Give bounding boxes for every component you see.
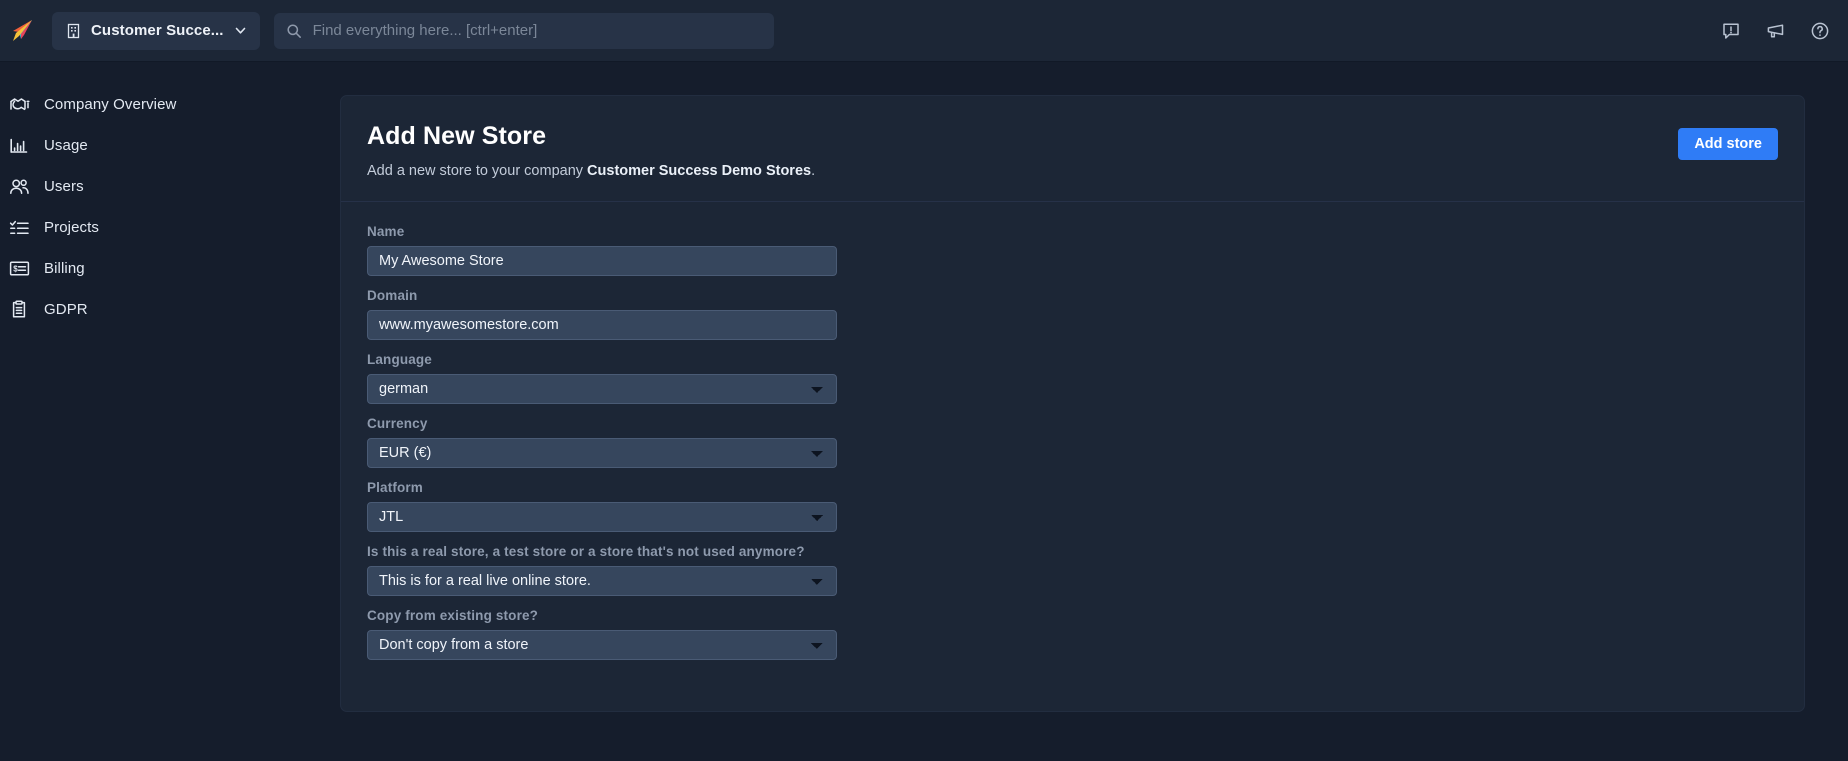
sidebar-item-label: Projects (44, 219, 99, 236)
global-search[interactable] (273, 12, 774, 49)
page-subtitle: Add a new store to your company Customer… (367, 163, 1678, 179)
domain-input[interactable] (367, 310, 837, 340)
company-selector[interactable]: Customer Succe... (52, 11, 260, 50)
main-content: Add New Store Add a new store to your co… (340, 62, 1848, 761)
feedback-bubble-icon[interactable] (1721, 21, 1741, 41)
chevron-down-icon (235, 27, 245, 34)
domain-label: Domain (367, 288, 418, 303)
sidebar-item-company-overview[interactable]: Company Overview (0, 84, 340, 125)
field-domain: Domain (367, 288, 1778, 340)
app-logo[interactable] (2, 0, 42, 62)
checklist-icon (8, 217, 30, 239)
users-icon (8, 176, 30, 198)
building-icon (67, 23, 80, 38)
sidebar-item-projects[interactable]: Projects (0, 207, 340, 248)
name-label: Name (367, 224, 405, 239)
bar-chart-icon (8, 135, 30, 157)
company-overview-icon (8, 94, 30, 116)
sidebar-item-gdpr[interactable]: GDPR (0, 289, 340, 330)
subtitle-company-name: Customer Success Demo Stores (587, 163, 812, 179)
topbar-actions (1721, 21, 1830, 41)
page-title: Add New Store (367, 122, 547, 150)
company-selector-label: Customer Succe... (91, 22, 224, 39)
field-language: Language german (367, 352, 1778, 404)
search-icon (287, 23, 301, 38)
paper-plane-logo-icon (13, 19, 32, 41)
subtitle-suffix: . (811, 163, 816, 179)
svg-text:$: $ (13, 264, 18, 273)
clipboard-icon (8, 299, 30, 321)
field-currency: Currency EUR (€) (367, 416, 1778, 468)
billing-card-icon: $ (8, 258, 30, 280)
add-store-card: Add New Store Add a new store to your co… (340, 95, 1805, 712)
currency-label: Currency (367, 416, 428, 431)
sidebar-item-users[interactable]: Users (0, 166, 340, 207)
sidebar-item-label: Users (44, 178, 84, 195)
add-store-form: Name Domain Language german Currency EUR… (367, 202, 1778, 660)
language-label: Language (367, 352, 432, 367)
sidebar-item-label: GDPR (44, 301, 88, 318)
sidebar-item-label: Usage (44, 137, 88, 154)
subtitle-prefix: Add a new store to your company (367, 163, 588, 179)
copy-from-label: Copy from existing store? (367, 608, 539, 623)
store-type-label: Is this a real store, a test store or a … (367, 544, 805, 559)
sidebar: Company Overview Usage Users Projects $ … (0, 62, 340, 761)
copy-from-select[interactable]: Don't copy from a store (367, 630, 837, 660)
sidebar-item-label: Billing (44, 260, 85, 277)
platform-select[interactable]: JTL (367, 502, 837, 532)
store-type-select[interactable]: This is for a real live online store. (367, 566, 837, 596)
field-store-type: Is this a real store, a test store or a … (367, 544, 1778, 596)
search-input[interactable] (312, 22, 762, 39)
field-platform: Platform JTL (367, 480, 1778, 532)
field-copy-from: Copy from existing store? Don't copy fro… (367, 608, 1778, 660)
language-select[interactable]: german (367, 374, 837, 404)
sidebar-item-billing[interactable]: $ Billing (0, 248, 340, 289)
name-input[interactable] (367, 246, 837, 276)
currency-select[interactable]: EUR (€) (367, 438, 837, 468)
top-bar: Customer Succe... (0, 0, 1848, 62)
sidebar-item-usage[interactable]: Usage (0, 125, 340, 166)
field-name: Name (367, 224, 1778, 276)
add-store-button[interactable]: Add store (1678, 128, 1778, 160)
platform-label: Platform (367, 480, 423, 495)
megaphone-icon[interactable] (1765, 21, 1786, 41)
sidebar-item-label: Company Overview (44, 96, 177, 113)
help-circle-icon[interactable] (1810, 21, 1830, 41)
card-header: Add New Store Add a new store to your co… (367, 122, 1778, 179)
